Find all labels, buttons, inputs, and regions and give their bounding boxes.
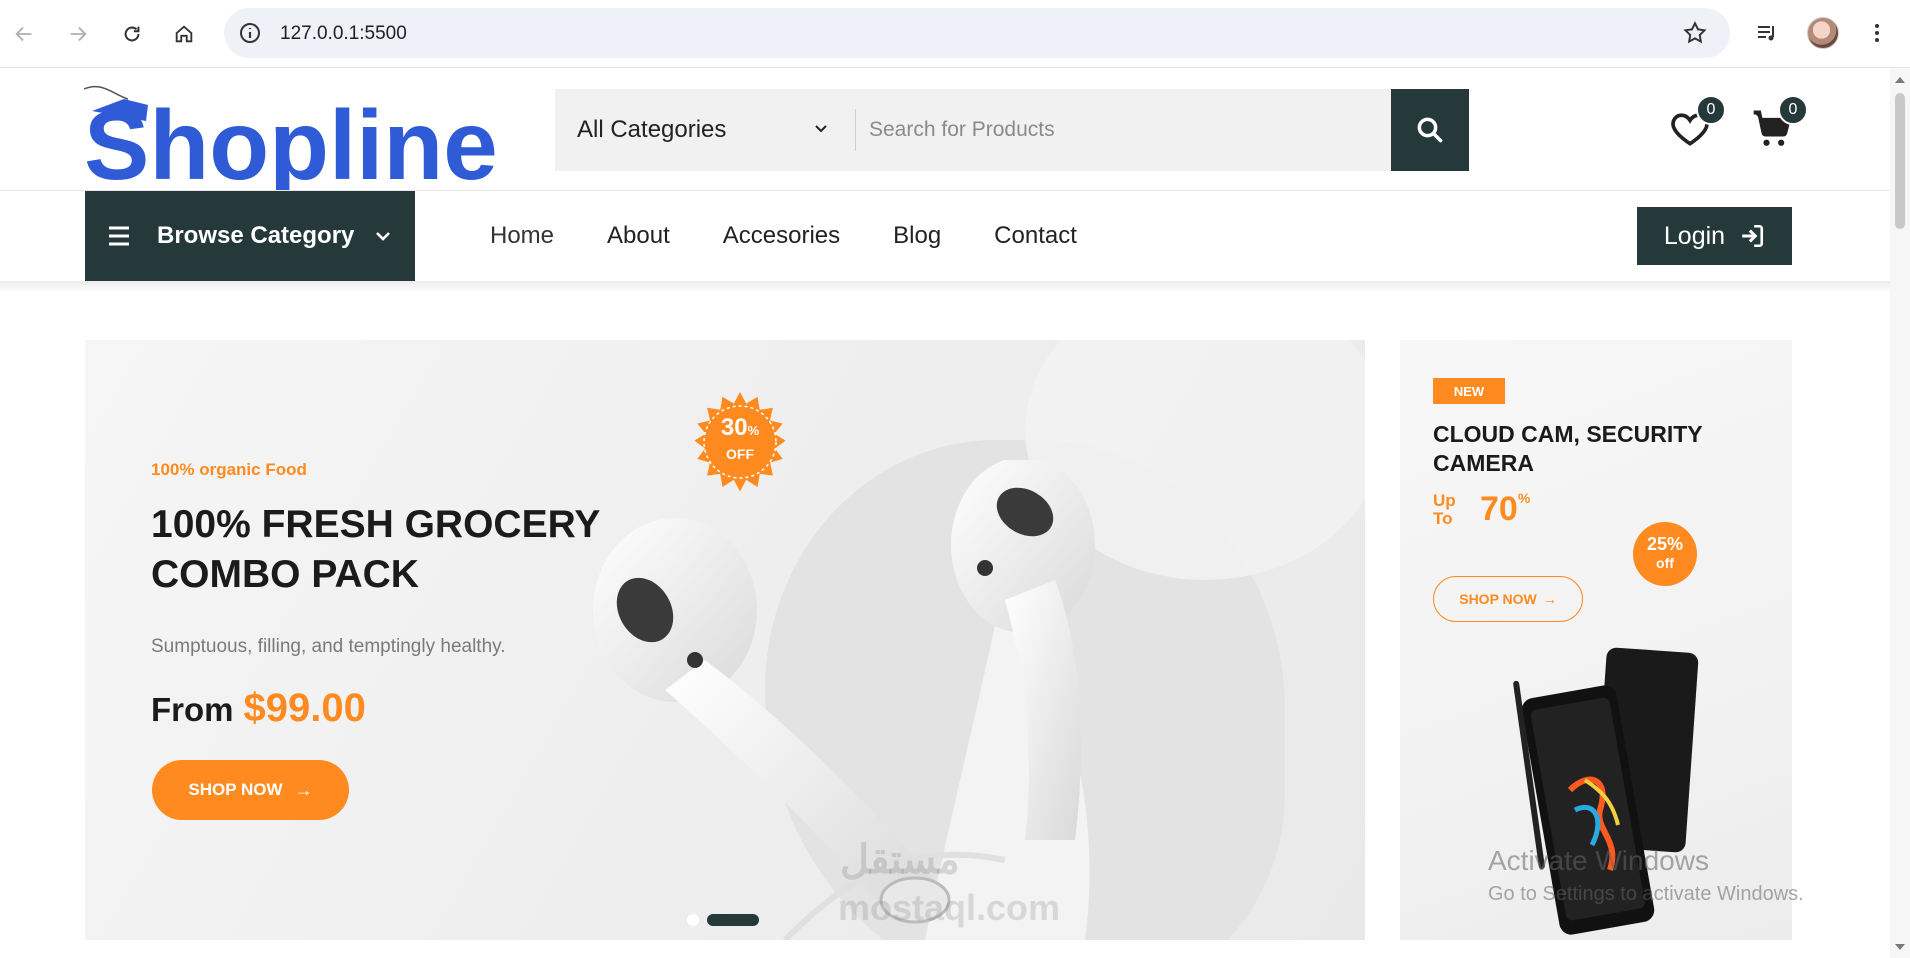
discount-seal: 30% OFF — [687, 392, 793, 498]
promo-discount-circle: 25% off — [1633, 522, 1697, 586]
bookmark-star-icon[interactable] — [1682, 20, 1708, 46]
back-button[interactable] — [8, 18, 40, 50]
search-button[interactable] — [1391, 89, 1469, 171]
seal-text: 30% OFF — [687, 414, 793, 462]
circle-value: 25% — [1646, 534, 1684, 554]
promo-discount: 70% — [1480, 490, 1531, 528]
promo-up-to-label: Up To — [1433, 491, 1456, 528]
chevron-down-icon — [815, 125, 827, 133]
browser-menu-button[interactable] — [1862, 16, 1892, 50]
search-bar: All Categories — [555, 89, 1469, 171]
browse-category-label: Browse Category — [157, 222, 355, 249]
slider-dot-active[interactable] — [707, 914, 759, 926]
seal-off-label: OFF — [726, 446, 754, 462]
sign-in-icon — [1742, 224, 1764, 248]
smartphone-product-image — [1513, 647, 1699, 935]
wishlist-button[interactable]: 0 — [1668, 95, 1726, 151]
home-icon — [175, 25, 193, 43]
playlist-icon — [1758, 26, 1774, 41]
scrollbar-thumb[interactable] — [1895, 93, 1905, 229]
main-nav: Home About Accesories Blog Contact — [490, 191, 1130, 281]
hero-tagline: 100% organic Food — [151, 460, 307, 479]
category-select-value: All Categories — [577, 116, 727, 143]
home-button[interactable] — [168, 18, 200, 50]
media-control-button[interactable] — [1750, 16, 1784, 50]
hero-title: 100% FRESH GROCERY COMBO PACK — [151, 503, 600, 596]
circle-label: off — [1656, 555, 1674, 571]
shop-now-label: SHOP NOW — [188, 780, 283, 799]
new-badge: NEW — [1433, 378, 1505, 404]
avatar — [1807, 17, 1839, 49]
shopline-logo[interactable]: Shopline — [84, 81, 538, 193]
seal-value: 30% — [720, 414, 760, 441]
browse-category-button[interactable]: Browse Category — [85, 191, 415, 281]
wishlist-count-badge: 0 — [1696, 95, 1726, 125]
hero-shop-now-button[interactable]: SHOP NOW → — [152, 760, 349, 820]
category-select[interactable]: All Categories — [555, 89, 855, 171]
page-viewport: Shopline All Categories 0 0 Browse Categ… — [0, 69, 1890, 958]
hamburger-menu-icon — [109, 226, 129, 246]
page-scrollbar[interactable] — [1890, 69, 1910, 958]
promo-banner: NEW CLOUD CAM, SECURITY CAMERA Up To 70%… — [1400, 340, 1792, 940]
promo-title: CLOUD CAM, SECURITY CAMERA — [1433, 421, 1703, 476]
price-prefix: From — [151, 691, 234, 728]
logo-text: Shopline — [84, 90, 498, 193]
nav-link-accesories[interactable]: Accesories — [723, 222, 840, 250]
reload-icon — [124, 26, 140, 42]
scroll-down-arrow-icon[interactable] — [1895, 944, 1905, 950]
cart-button[interactable]: 0 — [1750, 95, 1808, 151]
chevron-down-icon — [376, 232, 390, 241]
hero-slider: 30% OFF 100% organic Food 100% FRESH GRO… — [85, 340, 1365, 940]
nav-shadow — [0, 281, 1890, 293]
site-info-icon[interactable] — [238, 21, 262, 45]
slider-dot[interactable] — [687, 914, 699, 926]
arrow-left-icon — [15, 26, 32, 42]
scroll-up-arrow-icon[interactable] — [1895, 77, 1905, 83]
promo-shop-now-button[interactable]: SHOP NOW → — [1433, 576, 1583, 622]
nav-link-about[interactable]: About — [607, 222, 670, 250]
arrow-right-icon: → — [1542, 591, 1557, 607]
nav-link-blog[interactable]: Blog — [893, 222, 941, 250]
promo-shop-now-label: SHOP NOW — [1459, 591, 1537, 607]
cart-count-badge: 0 — [1778, 95, 1808, 125]
earbuds-product-image — [593, 460, 1095, 940]
hero-price: From $99.00 — [151, 686, 366, 731]
price-amount: $99.00 — [243, 686, 366, 730]
login-button[interactable]: Login — [1637, 207, 1792, 265]
address-bar[interactable]: 127.0.0.1:5500 — [224, 8, 1730, 58]
nav-link-contact[interactable]: Contact — [994, 222, 1077, 250]
profile-button[interactable] — [1806, 16, 1840, 50]
search-divider — [855, 109, 856, 151]
slider-pagination — [687, 914, 767, 926]
login-label: Login — [1663, 221, 1726, 250]
hero-subtitle: Sumptuous, filling, and temptingly healt… — [151, 636, 506, 657]
kebab-menu-icon — [1875, 24, 1879, 42]
nav-link-home[interactable]: Home — [490, 222, 554, 250]
browser-toolbar: 127.0.0.1:5500 — [0, 0, 1910, 68]
forward-button[interactable] — [62, 18, 94, 50]
search-input[interactable] — [869, 89, 1389, 171]
url-text: 127.0.0.1:5500 — [280, 23, 407, 44]
reload-button[interactable] — [116, 18, 148, 50]
search-icon — [1417, 117, 1443, 143]
arrow-right-icon — [70, 26, 87, 42]
arrow-right-icon: → — [294, 779, 313, 800]
